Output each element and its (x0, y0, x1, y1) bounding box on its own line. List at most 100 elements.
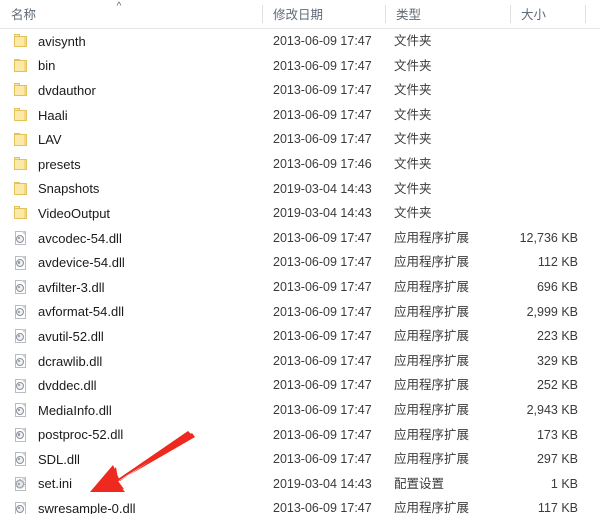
file-name-cell[interactable]: VideoOutput (0, 201, 258, 226)
file-date-cell: 2019-03-04 14:43 (273, 206, 372, 221)
file-size-cell: 223 KB (536, 329, 578, 344)
file-name-cell[interactable]: SDL.dll (0, 447, 258, 472)
file-date-cell: 2013-06-09 17:46 (273, 156, 372, 171)
dll-file-icon (13, 304, 29, 320)
file-row[interactable]: avutil-52.dll 2013-06-09 17:47 应用程序扩展 223 K… (0, 324, 600, 349)
file-size-cell: 2,999 KB (526, 304, 578, 319)
file-name-cell[interactable]: bin (0, 54, 258, 79)
column-header-resize-handle[interactable] (585, 0, 600, 28)
file-name-label: avformat-54.dll (38, 304, 124, 320)
file-name-cell[interactable]: presets (0, 152, 258, 177)
dll-file-icon (13, 255, 29, 271)
file-row[interactable]: presets 2013-06-09 17:46 文件夹 (0, 152, 600, 177)
file-size-cell (495, 103, 578, 128)
file-size-cell: 2,943 KB (526, 402, 578, 417)
file-row[interactable]: set.ini 2019-03-04 14:43 配置设置 1 KB (0, 472, 600, 497)
file-name-cell[interactable]: swresample-0.dll (0, 496, 258, 514)
file-name-label: bin (38, 58, 56, 74)
column-header-type[interactable]: 类型 (385, 0, 510, 28)
dll-file-icon (13, 328, 29, 344)
file-size-cell (495, 152, 578, 177)
folder-icon (13, 132, 29, 148)
file-date-cell: 2019-03-04 14:43 (273, 181, 372, 196)
file-type-cell: 文件夹 (394, 34, 432, 48)
file-row[interactable]: VideoOutput 2019-03-04 14:43 文件夹 (0, 201, 600, 226)
file-date-cell: 2013-06-09 17:47 (273, 353, 372, 368)
file-name-cell[interactable]: dvdauthor (0, 78, 258, 103)
file-name-cell[interactable]: avformat-54.dll (0, 300, 258, 325)
file-name-label: avdevice-54.dll (38, 255, 125, 271)
file-size-cell (495, 127, 578, 152)
dll-file-icon (13, 378, 29, 394)
file-row[interactable]: avfilter-3.dll 2013-06-09 17:47 应用程序扩展 696 … (0, 275, 600, 300)
file-name-label: dvdauthor (38, 82, 96, 98)
file-date-cell: 2013-06-09 17:47 (273, 58, 372, 73)
file-row[interactable]: avcodec-54.dll 2013-06-09 17:47 应用程序扩展 12,7… (0, 226, 600, 251)
column-header-size[interactable]: 大小 (510, 0, 585, 28)
settings-file-icon (13, 476, 29, 492)
file-row[interactable]: avisynth 2013-06-09 17:47 文件夹 (0, 29, 600, 54)
column-header-date-modified[interactable]: 修改日期 (262, 0, 385, 28)
file-name-label: VideoOutput (38, 205, 111, 221)
file-name-cell[interactable]: avdevice-54.dll (0, 250, 258, 275)
file-name-cell[interactable]: avutil-52.dll (0, 324, 258, 349)
file-name-cell[interactable]: Snapshots (0, 177, 258, 202)
file-date-cell: 2013-06-09 17:47 (273, 501, 372, 514)
file-row[interactable]: bin 2013-06-09 17:47 文件夹 (0, 54, 600, 79)
file-name-label: avutil-52.dll (38, 328, 104, 344)
file-name-cell[interactable]: MediaInfo.dll (0, 398, 258, 423)
folder-icon (13, 33, 29, 49)
file-row[interactable]: Haali 2013-06-09 17:47 文件夹 (0, 103, 600, 128)
file-explorer-window: ^ 名称 修改日期 类型 大小 avisynth 2013-06-09 17:47… (0, 0, 600, 514)
file-name-cell[interactable]: dvddec.dll (0, 373, 258, 398)
file-row[interactable]: swresample-0.dll 2013-06-09 17:47 应用程序扩展 11… (0, 496, 600, 514)
file-name-cell[interactable]: Haali (0, 103, 258, 128)
file-type-cell: 应用程序扩展 (394, 279, 470, 294)
file-row[interactable]: avformat-54.dll 2013-06-09 17:47 应用程序扩展 2,9… (0, 300, 600, 325)
file-name-cell[interactable]: postproc-52.dll (0, 423, 258, 448)
file-size-cell (495, 54, 578, 79)
file-name-cell[interactable]: avfilter-3.dll (0, 275, 258, 300)
file-type-cell: 应用程序扩展 (394, 452, 470, 467)
file-row[interactable]: dvdauthor 2013-06-09 17:47 文件夹 (0, 78, 600, 103)
folder-icon (13, 181, 29, 197)
file-name-cell[interactable]: LAV (0, 127, 258, 152)
file-size-cell: 112 KB (537, 255, 578, 270)
file-name-label: Snapshots (38, 181, 100, 197)
file-date-cell: 2013-06-09 17:47 (273, 132, 372, 147)
file-row[interactable]: avdevice-54.dll 2013-06-09 17:47 应用程序扩展 112… (0, 250, 600, 275)
dll-file-icon (13, 451, 29, 467)
dll-file-icon (13, 501, 29, 514)
file-row[interactable]: dvddec.dll 2013-06-09 17:47 应用程序扩展 252 KB (0, 373, 600, 398)
file-size-cell (495, 78, 578, 103)
file-row[interactable]: postproc-52.dll 2013-06-09 17:47 应用程序扩展 173… (0, 423, 600, 448)
file-name-cell[interactable]: avisynth (0, 29, 258, 54)
file-name-label: postproc-52.dll (38, 427, 124, 443)
file-type-cell: 应用程序扩展 (394, 378, 470, 393)
file-name-cell[interactable]: dcrawlib.dll (0, 349, 258, 374)
file-size-cell: 329 KB (536, 353, 578, 368)
file-date-cell: 2013-06-09 17:47 (273, 378, 372, 393)
column-header-name[interactable]: 名称 (0, 0, 262, 28)
file-row[interactable]: dcrawlib.dll 2013-06-09 17:47 应用程序扩展 329 KB (0, 349, 600, 374)
file-row[interactable]: MediaInfo.dll 2013-06-09 17:47 应用程序扩展 2,943… (0, 398, 600, 423)
file-name-label: dvddec.dll (38, 378, 97, 394)
file-name-cell[interactable]: set.ini (0, 472, 258, 497)
file-date-cell: 2013-06-09 17:47 (273, 34, 372, 48)
file-type-cell: 配置设置 (394, 476, 445, 491)
file-type-cell: 文件夹 (394, 58, 432, 73)
file-size-cell (495, 201, 578, 226)
file-size-cell: 1 KB (550, 476, 578, 491)
file-type-cell: 文件夹 (394, 206, 432, 221)
file-date-cell: 2013-06-09 17:47 (273, 452, 372, 467)
file-size-cell: 117 KB (537, 501, 578, 514)
file-list: avisynth 2013-06-09 17:47 文件夹 bin 2013-06-09… (0, 29, 600, 514)
file-date-cell: 2013-06-09 17:47 (273, 279, 372, 294)
file-name-label: Haali (38, 107, 68, 123)
file-row[interactable]: LAV 2013-06-09 17:47 文件夹 (0, 127, 600, 152)
file-row[interactable]: Snapshots 2019-03-04 14:43 文件夹 (0, 177, 600, 202)
file-date-cell: 2013-06-09 17:47 (273, 83, 372, 98)
file-name-cell[interactable]: avcodec-54.dll (0, 226, 258, 251)
file-row[interactable]: SDL.dll 2013-06-09 17:47 应用程序扩展 297 KB (0, 447, 600, 472)
file-type-cell: 应用程序扩展 (394, 255, 470, 270)
